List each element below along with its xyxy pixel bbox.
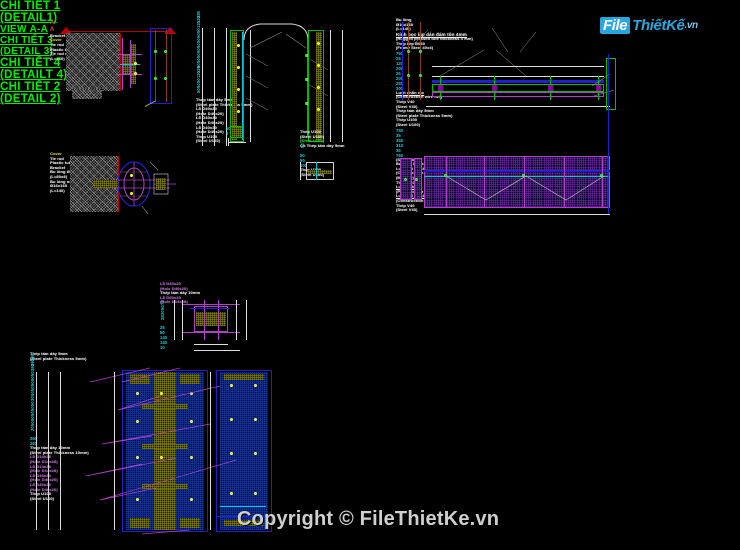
logo-vn: .vn	[684, 20, 698, 31]
label-hole-d40: Có Thép tấm dày 5mm	[300, 142, 345, 148]
detail3-sub-left: 50 6	[226, 126, 262, 152]
bracket-assembly	[118, 38, 148, 90]
wall-hatch	[66, 33, 120, 91]
logo-file-badge: File	[600, 17, 631, 34]
detail-1-view: A A Bracket Cover Tie rod Plastic tube T…	[50, 20, 200, 115]
wall-hatch-lower	[72, 89, 102, 99]
copyright-watermark: Copyright © FileThietKe.vn	[237, 508, 500, 530]
logo-ke: Kế	[666, 17, 685, 34]
tie-rod-box	[150, 28, 172, 104]
detail-1-title-vi: CHI TIẾT 1	[0, 0, 61, 12]
dim-d2-r3: 20	[30, 426, 35, 432]
dim-right-e: 50	[196, 88, 201, 93]
detail-3-view: 380 120 120 50 50 50 50 50 50 50 50 120 …	[196, 11, 372, 238]
detail-4-view: Bu lông Ø16x160 (L=140) Kính bọc lắp dán…	[396, 17, 726, 223]
dim-sub-right-a: 50	[300, 143, 305, 149]
detail3-sub-right: Thép U100 (Steel U100) (Steel U100) Có T…	[300, 129, 360, 196]
view-aa: Cover Tie rod Plastic tube Bracket Bu lô…	[50, 151, 200, 224]
logo-thiet: Thiết	[632, 17, 667, 34]
filethietke-logo: File Thiết Kế .vn	[600, 17, 698, 34]
detail-2-upper-view: Lỗ D40x20 (Hole D40x20) Thép tấm dày 10m…	[160, 281, 290, 362]
cad-drawing-canvas: A A Bracket Cover Tie rod Plastic tube T…	[0, 0, 740, 550]
dim-d2u-d: 28	[160, 315, 165, 320]
